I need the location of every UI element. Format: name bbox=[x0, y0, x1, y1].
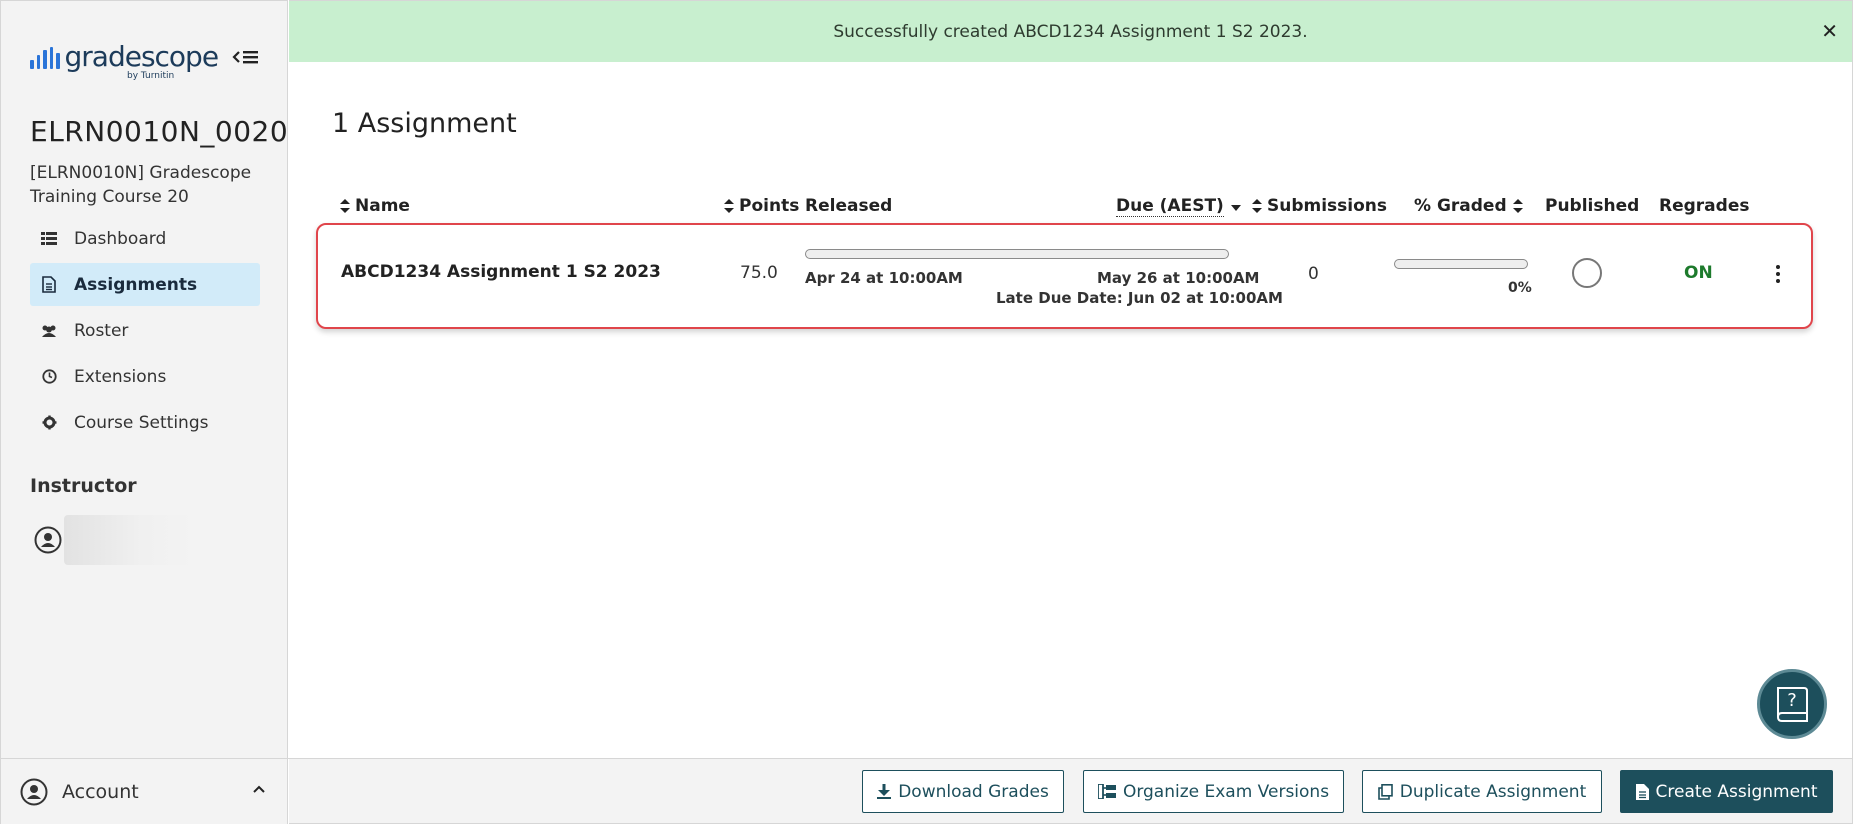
sidebar-item-label: Assignments bbox=[74, 274, 198, 295]
caret-down-icon bbox=[1230, 204, 1241, 211]
button-label: Download Grades bbox=[898, 781, 1049, 802]
logo-subtitle: by Turnitin bbox=[127, 71, 175, 81]
sidebar-item-label: Extensions bbox=[74, 366, 167, 387]
course-code: ELRN0010N_0020 bbox=[30, 115, 289, 148]
assignment-name-link[interactable]: ABCD1234 Assignment 1 S2 2023 bbox=[341, 262, 661, 282]
late-due-date: Late Due Date: Jun 02 at 10:00AM bbox=[996, 289, 1283, 307]
header-label: Points bbox=[739, 196, 800, 216]
logo-bars-icon bbox=[30, 47, 60, 69]
create-assignment-button[interactable]: Create Assignment bbox=[1620, 770, 1833, 813]
sidebar-item-roster[interactable]: Roster bbox=[30, 309, 260, 352]
dashboard-icon bbox=[40, 230, 58, 248]
gradescope-logo[interactable]: gradescope bbox=[30, 40, 220, 73]
svg-text:?: ? bbox=[1787, 690, 1797, 711]
column-header-released: Released bbox=[805, 196, 892, 216]
due-date: May 26 at 10:00AM bbox=[1097, 269, 1260, 287]
sort-icon bbox=[1512, 199, 1523, 213]
banner-message: Successfully created ABCD1234 Assignment… bbox=[833, 21, 1308, 42]
header-label: % Graded bbox=[1414, 196, 1507, 216]
row-actions-menu-icon[interactable] bbox=[1770, 262, 1786, 286]
duplicate-assignment-button[interactable]: Duplicate Assignment bbox=[1362, 770, 1602, 813]
release-due-timeline bbox=[805, 249, 1229, 259]
document-icon bbox=[40, 276, 58, 294]
gear-icon bbox=[40, 414, 58, 432]
action-footer: Download Grades Organize Exam Versions D… bbox=[289, 758, 1853, 824]
logo-wordmark: gradescope bbox=[64, 40, 220, 73]
success-banner: Successfully created ABCD1234 Assignment… bbox=[289, 0, 1853, 62]
sort-icon bbox=[1252, 199, 1262, 213]
help-button[interactable]: ? bbox=[1757, 669, 1827, 739]
document-icon bbox=[1635, 783, 1649, 800]
copy-icon bbox=[1377, 783, 1393, 800]
column-header-points[interactable]: Points bbox=[724, 196, 799, 216]
column-header-published: Published bbox=[1545, 196, 1639, 216]
sidebar-item-assignments[interactable]: Assignments bbox=[30, 263, 260, 306]
header-label: Regrades bbox=[1659, 196, 1750, 216]
header-label: Released bbox=[805, 196, 893, 216]
instructor-heading: Instructor bbox=[30, 475, 137, 497]
chevron-up-icon bbox=[253, 785, 265, 793]
sidebar-nav: Dashboard Assignments Roster Extensions … bbox=[30, 217, 260, 447]
header-label: Submissions bbox=[1267, 196, 1388, 216]
graded-progress-bar bbox=[1394, 259, 1528, 269]
regrades-status[interactable]: ON bbox=[1684, 263, 1713, 283]
sort-icon bbox=[340, 199, 350, 213]
clock-icon bbox=[40, 368, 58, 386]
organize-exam-versions-button[interactable]: Organize Exam Versions bbox=[1083, 770, 1344, 813]
download-grades-button[interactable]: Download Grades bbox=[862, 770, 1064, 813]
released-date: Apr 24 at 10:00AM bbox=[805, 269, 963, 287]
header-label: Published bbox=[1545, 196, 1640, 216]
user-avatar-icon bbox=[20, 778, 48, 805]
column-header-regrades: Regrades bbox=[1659, 196, 1749, 216]
header-label: Due (AEST) bbox=[1116, 196, 1224, 217]
sidebar-item-label: Roster bbox=[74, 320, 129, 341]
account-label: Account bbox=[62, 780, 139, 803]
assignment-points: 75.0 bbox=[740, 263, 778, 283]
user-avatar-icon bbox=[34, 526, 62, 554]
download-icon bbox=[877, 784, 892, 799]
sidebar-item-label: Dashboard bbox=[74, 228, 167, 249]
column-header-name[interactable]: Name bbox=[340, 196, 410, 216]
column-header-due[interactable]: Due (AEST) bbox=[1116, 196, 1242, 217]
users-icon bbox=[40, 322, 58, 340]
main-content: 1 Assignment bbox=[289, 62, 1853, 758]
sitemap-icon bbox=[1097, 784, 1116, 799]
sidebar-item-course-settings[interactable]: Course Settings bbox=[30, 401, 260, 444]
publish-toggle[interactable] bbox=[1572, 258, 1602, 288]
column-header-submissions[interactable]: Submissions bbox=[1252, 196, 1387, 216]
redacted-instructor-name bbox=[64, 515, 194, 565]
sidebar-item-label: Course Settings bbox=[74, 412, 209, 433]
help-book-icon: ? bbox=[1777, 687, 1808, 722]
collapse-menu-icon bbox=[232, 51, 258, 64]
submissions-count: 0 bbox=[1308, 264, 1319, 284]
button-label: Create Assignment bbox=[1655, 781, 1818, 802]
course-name: [ELRN0010N] Gradescope Training Course 2… bbox=[30, 163, 252, 207]
account-menu-toggle[interactable]: Account bbox=[1, 758, 289, 824]
collapse-sidebar-button[interactable] bbox=[231, 45, 263, 69]
sort-icon bbox=[724, 199, 734, 213]
header-label: Name bbox=[355, 196, 410, 216]
column-header-graded[interactable]: % Graded bbox=[1414, 196, 1523, 216]
instructor-entry bbox=[34, 515, 194, 565]
sidebar: gradescope by Turnitin ELRN0010N_0020 [E… bbox=[0, 0, 289, 824]
sidebar-item-extensions[interactable]: Extensions bbox=[30, 355, 260, 398]
sidebar-item-dashboard[interactable]: Dashboard bbox=[30, 217, 260, 260]
graded-percentage: 0% bbox=[1508, 280, 1532, 296]
button-label: Duplicate Assignment bbox=[1399, 781, 1587, 802]
page-title: 1 Assignment bbox=[332, 108, 517, 139]
button-label: Organize Exam Versions bbox=[1122, 781, 1330, 802]
close-icon[interactable]: ✕ bbox=[1821, 19, 1838, 43]
